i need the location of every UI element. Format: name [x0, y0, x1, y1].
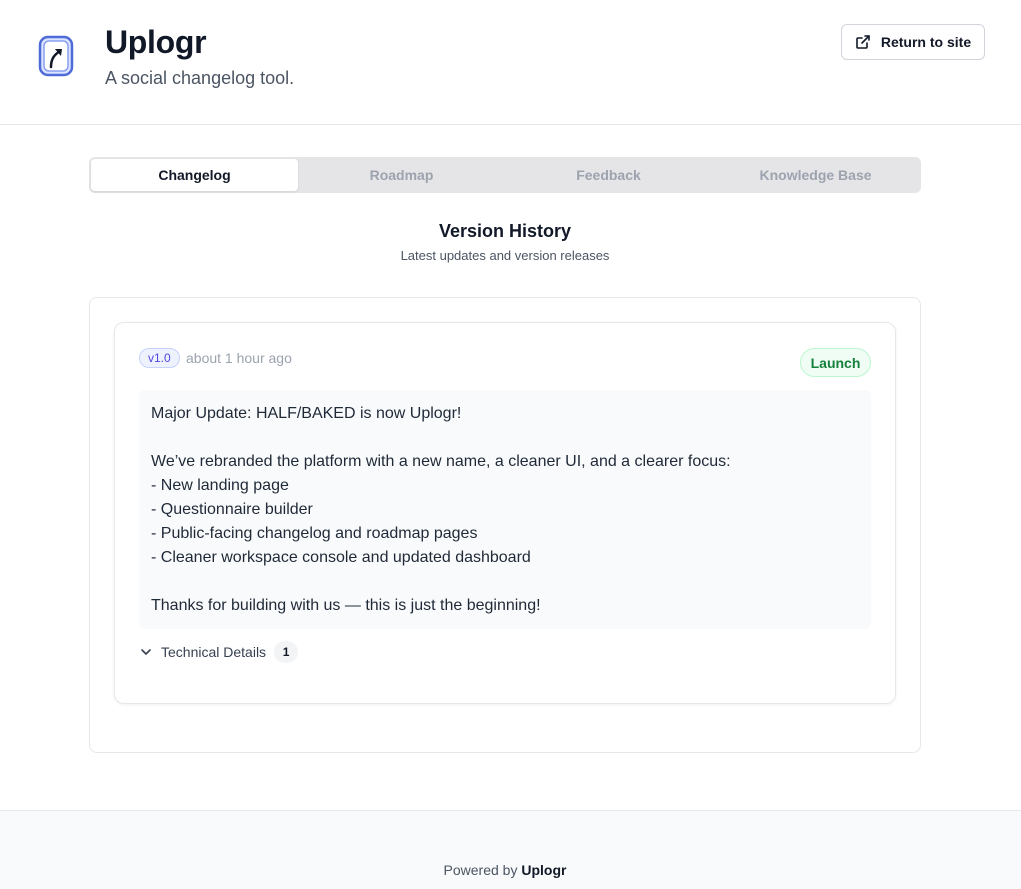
version-badge: v1.0 [139, 348, 180, 368]
chevron-down-icon [141, 649, 151, 655]
technical-details-count: 1 [274, 641, 299, 663]
tab-knowledge-base[interactable]: Knowledge Base [712, 159, 919, 191]
section-title: Version History [438, 221, 572, 241]
section-subtitle: Latest updates and version releases [400, 248, 610, 263]
tab-changelog[interactable]: Changelog [91, 159, 298, 191]
navigation-tabs: Changelog Roadmap Feedback Knowledge Bas… [89, 157, 921, 193]
entry-timestamp: about 1 hour ago [186, 350, 292, 366]
brand-tagline: A social changelog tool. [105, 68, 295, 88]
entry-content-line [151, 426, 859, 450]
entry-content-line: Thanks for building with us — this is ju… [151, 597, 541, 614]
powered-by-brand[interactable]: Uplogr [521, 862, 566, 878]
technical-details-toggle[interactable]: Technical Details 1 [139, 641, 299, 663]
entry-content-line: - Questionnaire builder [151, 501, 313, 518]
entry-content-line [151, 570, 859, 594]
entry-content-line: - Public-facing changelog and roadmap pa… [151, 525, 478, 542]
return-to-site-button[interactable]: Return to site [841, 24, 985, 60]
external-link-icon [856, 35, 870, 49]
entry-content-line: - Cleaner workspace console and updated … [151, 549, 531, 566]
uplogr-logo-icon [38, 35, 74, 77]
footer-powered-by: Powered by Uplogr [0, 862, 1010, 878]
site-header: Uplogr A social changelog tool. Return t… [0, 0, 1021, 125]
entry-type-badge: Launch [800, 348, 871, 377]
entry-content-line: Major Update: HALF/BAKED is now Uplogr! [151, 405, 462, 422]
technical-details-label: Technical Details [161, 644, 267, 660]
site-footer: Powered by Uplogr [0, 810, 1021, 889]
entry-content-line: We’ve rebranded the platform with a new … [151, 453, 731, 470]
entry-content: Major Update: HALF/BAKED is now Uplogr! … [139, 390, 871, 629]
entry-content-line: - New landing page [151, 477, 289, 494]
brand-name: Uplogr [105, 24, 207, 60]
powered-by-text: Powered by [443, 862, 518, 878]
return-to-site-label: Return to site [880, 34, 972, 50]
tab-roadmap[interactable]: Roadmap [298, 159, 505, 191]
tab-feedback[interactable]: Feedback [505, 159, 712, 191]
